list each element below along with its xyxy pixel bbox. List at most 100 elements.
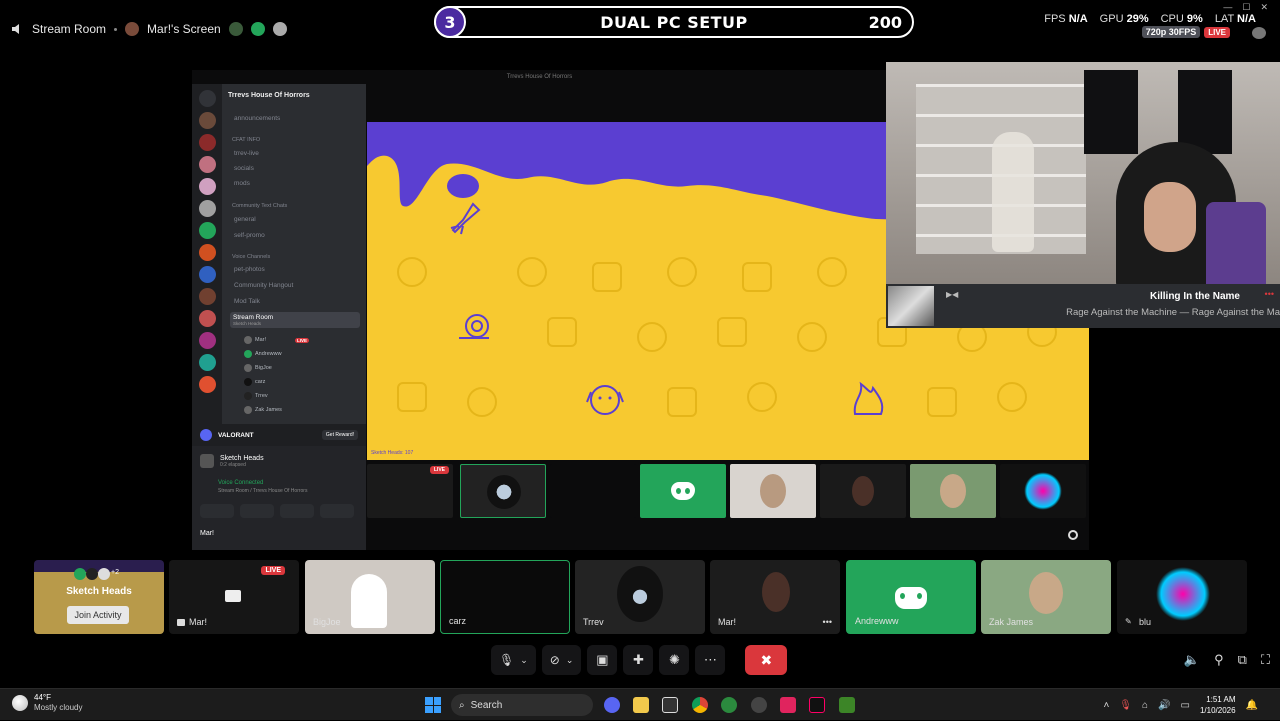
- zoom-icon[interactable]: [1068, 530, 1078, 540]
- activity-button[interactable]: [280, 504, 314, 518]
- mini-tile[interactable]: [820, 464, 906, 518]
- server-icon[interactable]: [199, 288, 216, 305]
- participant-tile[interactable]: Andrewww: [846, 560, 976, 634]
- activity-row[interactable]: Sketch Heads 0:2 elapsed: [200, 454, 264, 468]
- mini-tile[interactable]: [460, 464, 546, 518]
- voice-user[interactable]: Zak James: [244, 406, 282, 414]
- join-activity-button[interactable]: Join Activity: [67, 606, 129, 624]
- screen-share-button[interactable]: ▣: [587, 645, 618, 675]
- xbox-icon[interactable]: [721, 697, 737, 713]
- popout-icon[interactable]: ⧉: [1238, 652, 1247, 668]
- voice-user[interactable]: carz: [244, 378, 265, 386]
- clock[interactable]: 1:51 AM 1/10/2026: [1200, 694, 1236, 716]
- self-user[interactable]: Mar!: [200, 530, 214, 537]
- screen-share-tile[interactable]: LIVE Mar!: [169, 560, 299, 634]
- voice-user[interactable]: BigJoe: [244, 364, 272, 372]
- server-icon[interactable]: [199, 332, 216, 349]
- category-text-chats[interactable]: Community Text Chats: [232, 203, 287, 209]
- maximize-icon[interactable]: ☐: [1242, 2, 1250, 13]
- server-icon[interactable]: [199, 310, 216, 327]
- server-icon[interactable]: [199, 244, 216, 261]
- channel-community-hangout[interactable]: Community Hangout: [234, 282, 293, 289]
- soundboard-button[interactable]: [320, 504, 354, 518]
- channel-name[interactable]: Stream Room: [32, 22, 106, 36]
- server-icon[interactable]: [199, 112, 216, 129]
- tiktok-icon[interactable]: [809, 697, 825, 713]
- server-icon[interactable]: [199, 200, 216, 217]
- category-info[interactable]: CFAT INFO: [232, 137, 260, 143]
- category-voice[interactable]: Voice Channels: [232, 254, 270, 260]
- channel-stream-room[interactable]: Stream Room Sketch Heads: [230, 312, 360, 328]
- more-options-icon[interactable]: •••: [823, 617, 832, 627]
- chevron-up-icon[interactable]: ˄: [1103, 700, 1109, 711]
- voice-user[interactable]: Andrewww: [244, 350, 282, 358]
- mic-control[interactable]: 🎙 ⌄: [491, 645, 536, 675]
- fullscreen-icon[interactable]: ⛶: [1261, 652, 1270, 668]
- voice-user[interactable]: Trrev: [244, 392, 268, 400]
- chevron-down-icon[interactable]: ⌄: [566, 655, 574, 666]
- minecraft-icon[interactable]: [839, 697, 855, 713]
- discord-home-icon[interactable]: [199, 90, 216, 107]
- server-icon[interactable]: [199, 134, 216, 151]
- channel-pet-photos[interactable]: pet-photos: [234, 266, 265, 273]
- channel-general[interactable]: general: [234, 216, 256, 223]
- discord-app-icon[interactable]: [604, 697, 620, 713]
- activity-tile[interactable]: +2 Sketch Heads Join Activity: [34, 560, 164, 634]
- app-icon[interactable]: [751, 697, 767, 713]
- g-app-icon[interactable]: [662, 697, 678, 713]
- taskbar-search[interactable]: ⌕ Search: [451, 694, 593, 716]
- more-button[interactable]: ⋯: [695, 645, 726, 675]
- valorant-promo[interactable]: VALORANT Get Reward!: [192, 424, 366, 446]
- screen-share-button[interactable]: [240, 504, 274, 518]
- volume-icon[interactable]: 🔊: [1158, 700, 1170, 711]
- chrome-icon[interactable]: [692, 697, 708, 713]
- close-icon[interactable]: ✕: [1260, 2, 1268, 13]
- mini-tile[interactable]: [1000, 464, 1086, 518]
- pin-icon[interactable]: ⚲: [1214, 652, 1224, 668]
- weather-widget[interactable]: 44°F Mostly cloudy: [12, 693, 82, 713]
- channel-announcements[interactable]: announcements: [234, 115, 280, 122]
- server-icon[interactable]: [199, 156, 216, 173]
- music-app-icon[interactable]: [780, 697, 796, 713]
- chevron-down-icon[interactable]: ⌄: [520, 655, 528, 666]
- notification-icon[interactable]: 🔔: [1246, 700, 1258, 711]
- battery-icon[interactable]: ▭: [1181, 700, 1190, 711]
- server-icon[interactable]: [199, 178, 216, 195]
- network-icon[interactable]: ⌂: [1142, 700, 1148, 711]
- mini-tile[interactable]: [730, 464, 816, 518]
- file-explorer-icon[interactable]: [633, 697, 649, 713]
- chat-icon[interactable]: [1252, 27, 1266, 39]
- channel-self-promo[interactable]: self-promo: [234, 232, 265, 239]
- channel-mod-talk[interactable]: Mod Talk: [234, 298, 260, 305]
- participant-tile[interactable]: Trrev: [575, 560, 705, 634]
- minimize-icon[interactable]: —: [1223, 2, 1232, 13]
- participant-tile[interactable]: Mar! •••: [710, 560, 840, 634]
- voice-user[interactable]: Mar! LIVE: [244, 336, 310, 344]
- mini-tile[interactable]: [550, 464, 636, 518]
- channel-trrev-live[interactable]: trrev-live: [234, 150, 259, 157]
- mini-tile[interactable]: LIVE: [367, 464, 453, 518]
- volume-icon[interactable]: 🔈: [1184, 652, 1200, 668]
- participant-tile[interactable]: Zak James: [981, 560, 1111, 634]
- channel-socials[interactable]: socials: [234, 165, 254, 172]
- participant-tile[interactable]: blu ✎: [1117, 560, 1247, 634]
- disconnect-button[interactable]: ✖: [745, 645, 788, 675]
- mini-tile[interactable]: [910, 464, 996, 518]
- channel-mods[interactable]: mods: [234, 180, 250, 187]
- participant-tile[interactable]: carz: [440, 560, 570, 634]
- mini-tile[interactable]: [640, 464, 726, 518]
- server-icon[interactable]: [199, 354, 216, 371]
- participant-tile[interactable]: BigJoe: [305, 560, 435, 634]
- start-button[interactable]: [425, 697, 441, 713]
- server-icon[interactable]: [199, 266, 216, 283]
- screen-label[interactable]: Mar!'s Screen: [147, 22, 221, 36]
- camera-control[interactable]: ⊘ ⌄: [541, 645, 582, 675]
- microphone-icon[interactable]: 🎙: [1119, 700, 1132, 711]
- server-name[interactable]: Trrevs House Of Horrors: [228, 92, 310, 99]
- get-reward-button[interactable]: Get Reward!: [321, 430, 358, 440]
- server-icon[interactable]: [199, 376, 216, 393]
- server-icon[interactable]: [199, 222, 216, 239]
- activities-button[interactable]: ✚: [623, 645, 654, 675]
- soundboard-button[interactable]: ✺: [659, 645, 690, 675]
- camera-button[interactable]: [200, 504, 234, 518]
